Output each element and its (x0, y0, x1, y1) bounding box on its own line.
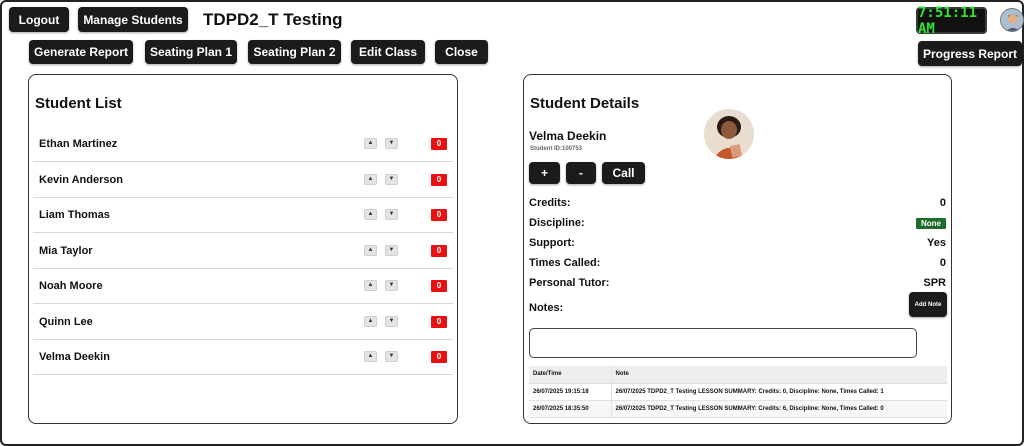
seating-plan-1-button[interactable]: Seating Plan 1 (145, 40, 237, 64)
move-down-button[interactable]: ▼ (385, 209, 398, 220)
student-name: Mia Taylor (39, 244, 93, 257)
student-name: Velma Deekin (39, 351, 110, 363)
class-title: TDPD2_T Testing (203, 10, 343, 29)
note-datetime: 26/07/2025 18:35:50 (529, 400, 612, 418)
student-row[interactable]: Noah Moore ▲ ▼ 0 (33, 269, 453, 304)
logout-button[interactable]: Logout (9, 7, 69, 32)
discipline-label: Discipline: (529, 217, 585, 229)
edit-class-button[interactable]: Edit Class (351, 40, 425, 64)
move-up-button[interactable]: ▲ (364, 173, 377, 185)
student-row[interactable]: Kevin Anderson ▲ ▼ 0 (33, 163, 453, 198)
student-row[interactable]: Liam Thomas ▲ ▼ 0 (33, 198, 453, 233)
note-text: 26/07/2025 TDPD2_T Testing LESSON SUMMAR… (611, 400, 947, 418)
student-name: Noah Moore (39, 280, 103, 292)
notes-table-header: Date/Time Note (529, 366, 947, 384)
credit-badge: 0 (431, 244, 447, 257)
credit-badge: 0 (431, 209, 447, 221)
support-label: Support: (529, 237, 575, 249)
student-list-title: Student List (35, 95, 122, 112)
add-credit-button[interactable]: + (529, 162, 560, 184)
credit-badge: 0 (431, 351, 447, 363)
generate-report-button[interactable]: Generate Report (29, 40, 133, 64)
student-details-title: Student Details (530, 95, 640, 112)
student-name: Kevin Anderson (39, 173, 123, 186)
student-portrait-icon (704, 109, 754, 159)
user-avatar-icon (1001, 9, 1023, 31)
move-down-button[interactable]: ▼ (385, 315, 398, 327)
credits-value: 0 (939, 197, 946, 209)
credit-badge: 0 (431, 315, 447, 328)
student-row[interactable]: Mia Taylor ▲ ▼ 0 (33, 234, 453, 269)
credit-badge: 0 (431, 173, 447, 186)
notes-header-datetime: Date/Time (529, 366, 612, 384)
personal-tutor-label: Personal Tutor: (529, 277, 610, 289)
student-name: Liam Thomas (39, 209, 110, 221)
move-down-button[interactable]: ▼ (385, 351, 398, 362)
student-list-panel: Student List Ethan Martinez ▲ ▼ 0 Kevin Ande… (28, 74, 458, 424)
move-up-button[interactable]: ▲ (364, 244, 377, 256)
student-id: Student ID:100753 (530, 146, 583, 152)
call-button[interactable]: Call (602, 162, 645, 184)
clock-display: 7:51:11 AM (916, 5, 987, 37)
move-up-button[interactable]: ▲ (364, 138, 377, 149)
times-called-value: 0 (939, 257, 946, 269)
note-datetime: 26/07/2025 19:15:18 (529, 383, 612, 401)
remove-credit-button[interactable]: - (566, 162, 596, 184)
move-down-button[interactable]: ▼ (385, 138, 398, 149)
manage-students-button[interactable]: Manage Students (78, 7, 188, 32)
move-up-button[interactable]: ▲ (364, 209, 377, 220)
student-row[interactable]: Ethan Martinez ▲ ▼ 0 (33, 127, 453, 162)
note-input[interactable] (529, 328, 917, 358)
credit-badge: 0 (431, 280, 447, 292)
student-row[interactable]: Quinn Lee ▲ ▼ 0 (33, 305, 453, 340)
notes-table: Date/Time Note 26/07/2025 19:15:18 26/07… (529, 366, 947, 418)
progress-report-button[interactable]: Progress Report (918, 41, 1022, 66)
support-value: Yes (927, 237, 946, 249)
notes-header-note: Note (611, 366, 947, 384)
credits-label: Credits: (529, 197, 571, 209)
move-down-button[interactable]: ▼ (385, 173, 398, 185)
student-row[interactable]: Velma Deekin ▲ ▼ 0 (33, 340, 453, 375)
notes-label: Notes: (529, 302, 564, 314)
move-down-button[interactable]: ▼ (385, 280, 398, 291)
seating-plan-2-button[interactable]: Seating Plan 2 (248, 40, 341, 64)
move-down-button[interactable]: ▼ (385, 244, 398, 256)
student-details-panel: Student Details Velma Deekin Student ID:… (523, 74, 952, 424)
app-window: Logout Manage Students TDPD2_T Testing 7… (0, 0, 1024, 446)
table-row: 26/07/2025 18:35:50 26/07/2025 TDPD2_T T… (529, 400, 947, 418)
discipline-badge: None (916, 218, 946, 229)
note-text: 26/07/2025 TDPD2_T Testing LESSON SUMMAR… (611, 383, 947, 401)
move-up-button[interactable]: ▲ (364, 280, 377, 291)
add-note-button[interactable]: Add Note (909, 292, 947, 317)
table-row: 26/07/2025 19:15:18 26/07/2025 TDPD2_T T… (529, 383, 947, 401)
student-name: Ethan Martinez (39, 138, 118, 150)
credit-badge: 0 (431, 138, 447, 150)
move-up-button[interactable]: ▲ (364, 315, 377, 327)
personal-tutor-value: SPR (923, 277, 946, 289)
student-name: Velma Deekin (529, 129, 607, 143)
student-photo (704, 109, 754, 159)
times-called-label: Times Called: (529, 257, 601, 269)
user-avatar[interactable] (1000, 8, 1024, 32)
close-button[interactable]: Close (435, 40, 488, 64)
move-up-button[interactable]: ▲ (364, 351, 377, 362)
student-name: Quinn Lee (39, 315, 93, 328)
